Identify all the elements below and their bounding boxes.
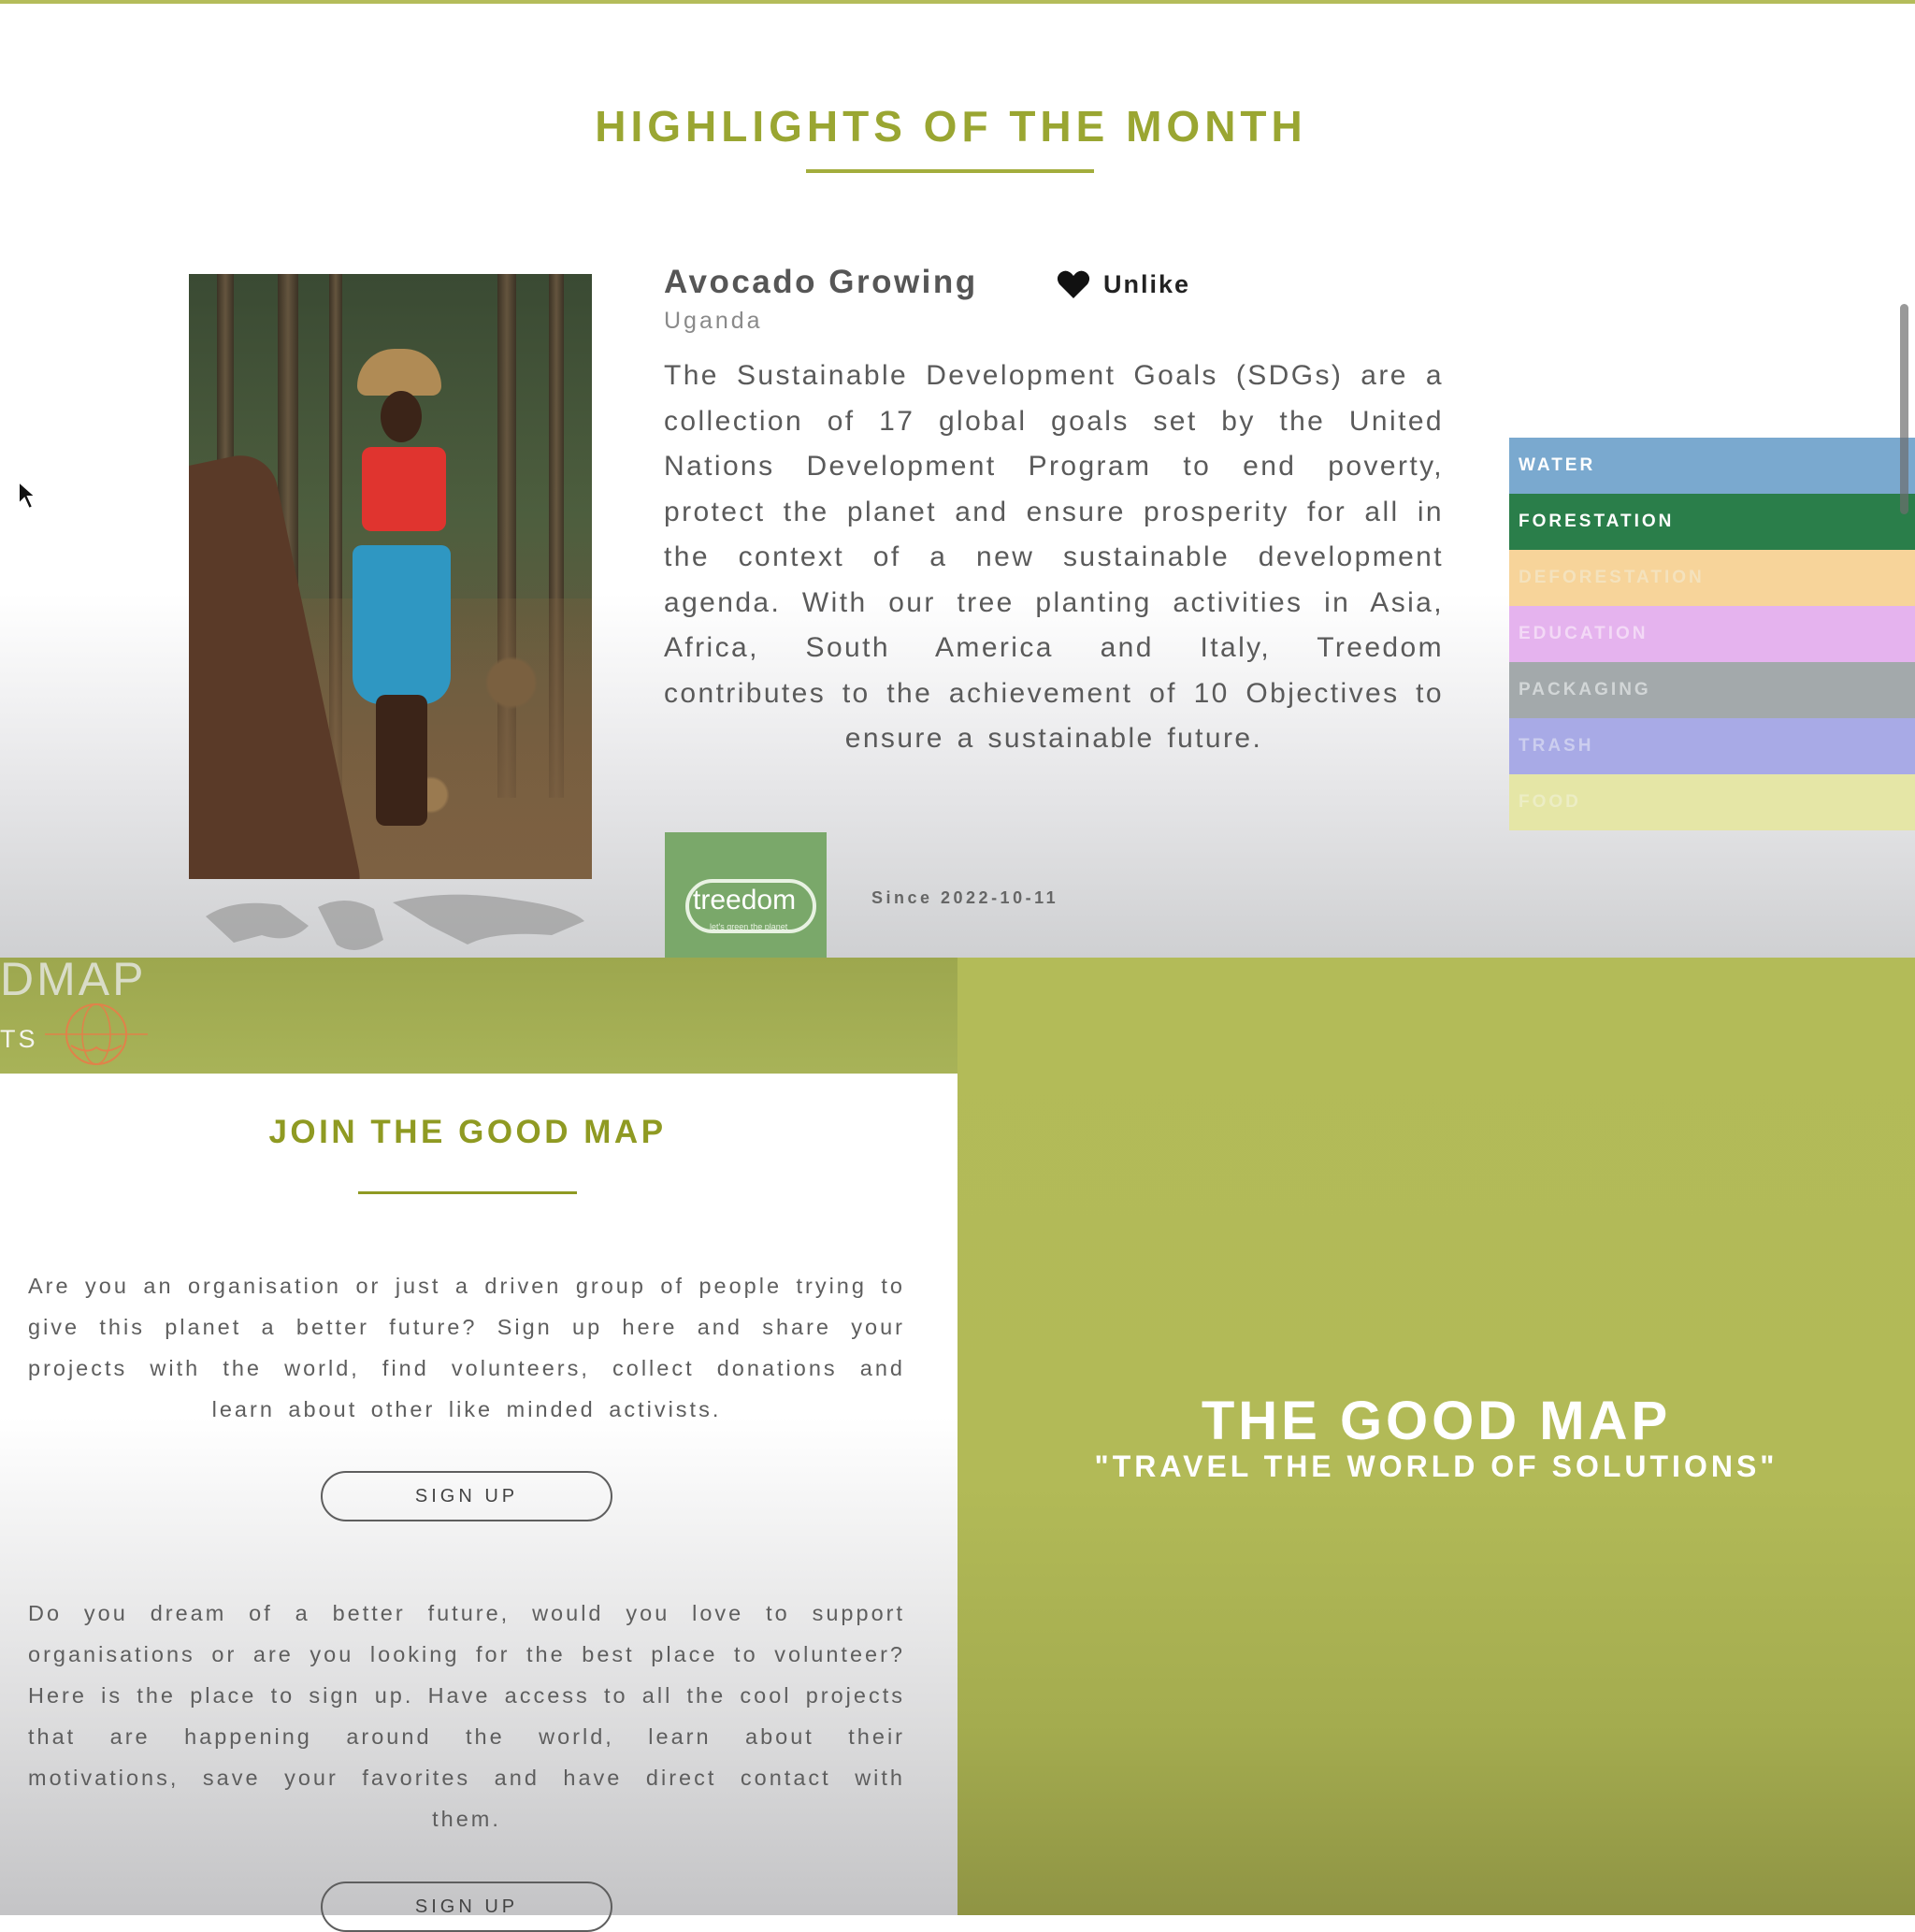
category-water[interactable]: WATER [1509,438,1915,494]
hero-subtitle: "TRAVEL THE WORLD OF SOLUTIONS" [1094,1449,1778,1483]
project-location: Uganda [664,308,763,334]
category-trash[interactable]: TRASH [1509,718,1915,774]
project-description: The Sustainable Development Goals (SDGs)… [664,360,1444,754]
project-title: Avocado Growing [664,264,978,300]
nav-item[interactable]: TS [0,1025,38,1054]
hero-title: THE GOOD MAP [1201,1391,1672,1451]
treedom-logo[interactable]: treedom let's green the planet [665,832,827,958]
category-food[interactable]: FOOD [1509,774,1915,830]
top-border [0,0,1915,4]
treedom-logo-text: treedom [693,885,797,916]
treedom-logo-tagline: let's green the planet [710,922,788,931]
individual-signup-button[interactable]: SIGN UP [321,1882,612,1932]
organisation-signup-text: Are you an organisation or just a driven… [28,1274,905,1421]
category-deforestation[interactable]: DEFORESTATION [1509,550,1915,606]
individual-signup-text: Do you dream of a better future, would y… [28,1601,905,1831]
hero-section: THE GOOD MAP "TRAVEL THE WORLD OF SOLUTI… [958,958,1915,1915]
person-figure [329,349,479,835]
site-header: DMAP TS [0,958,958,1074]
section-title: HIGHLIGHTS OF THE MONTH [595,102,1307,151]
since-date: Since 2022-10-11 [871,888,1059,907]
mouse-cursor-icon [18,480,38,511]
world-map-icon [206,894,584,950]
heart-icon [1057,270,1090,298]
category-list: WATER FORESTATION DEFORESTATION EDUCATION PA… [1509,438,1915,830]
category-forestation[interactable]: FORESTATION [1509,494,1915,550]
join-title: JOIN THE GOOD MAP [268,1114,667,1150]
category-packaging[interactable]: PACKAGING [1509,662,1915,718]
organisation-signup-button[interactable]: SIGN UP [321,1471,612,1521]
title-underline [806,169,1094,173]
project-photo [189,274,592,879]
category-education[interactable]: EDUCATION [1509,606,1915,662]
unlike-button[interactable]: Unlike [1057,269,1190,299]
globe-hands-logo-icon[interactable] [45,999,148,1068]
unlike-label: Unlike [1103,269,1191,298]
highlights-section: HIGHLIGHTS OF THE MONTH Avocado Growing … [0,0,1915,958]
scrollbar-thumb[interactable] [1900,304,1908,514]
join-title-underline [358,1191,577,1194]
